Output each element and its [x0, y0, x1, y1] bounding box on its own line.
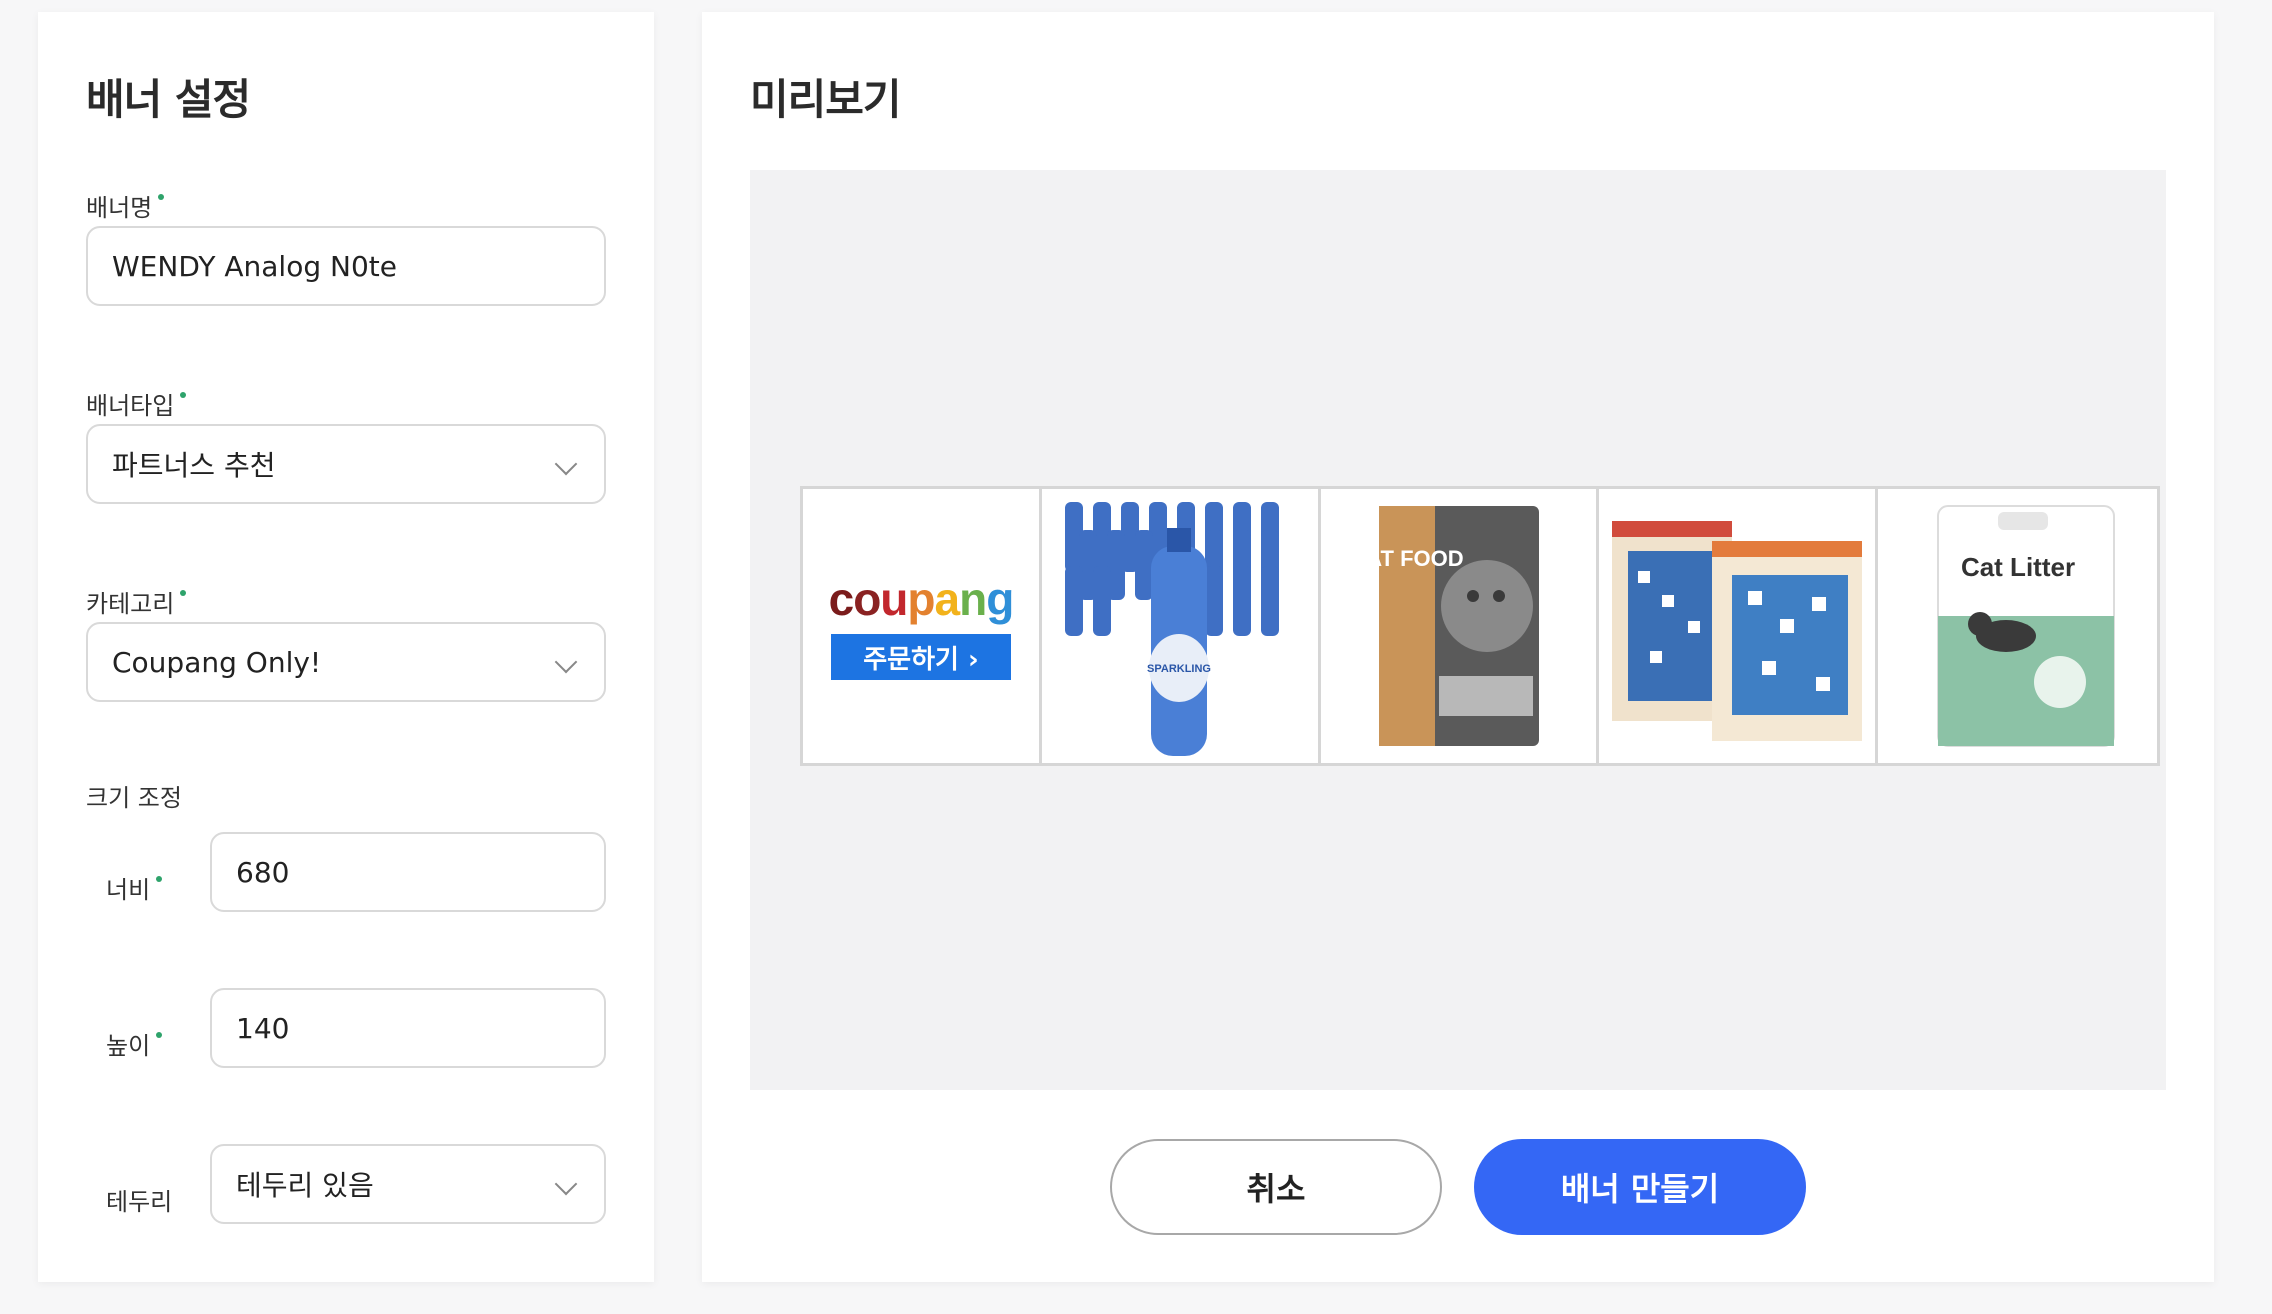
height-input[interactable]: 140	[210, 988, 606, 1068]
height-label-text: 높이	[106, 1032, 151, 1060]
banner-type-select[interactable]: 파트너스 추천	[86, 424, 606, 504]
banner-type-value: 파트너스 추천	[112, 449, 276, 482]
size-section-label: 크기 조정	[86, 784, 182, 812]
coupang-logo: coupang	[828, 573, 1015, 625]
create-banner-button[interactable]: 배너 만들기	[1474, 1139, 1806, 1235]
banner-name-label: 배너명	[86, 188, 165, 223]
category-label: 카테고리	[86, 584, 187, 619]
product-cat-scratcher[interactable]	[1599, 489, 1879, 763]
banner-name-label-text: 배너명	[86, 194, 153, 222]
product-cat-food[interactable]: CAT FOOD	[1321, 489, 1600, 763]
width-label-text: 너비	[106, 876, 151, 904]
chevron-down-icon	[554, 1172, 578, 1196]
cancel-button[interactable]: 취소	[1110, 1139, 1442, 1235]
width-input[interactable]: 680	[210, 832, 606, 912]
height-value: 140	[236, 1011, 290, 1045]
border-label: 테두리	[106, 1188, 173, 1216]
cat-food-bag-icon: CAT FOOD	[1369, 506, 1539, 746]
category-label-text: 카테고리	[86, 590, 175, 618]
banner-name-value: WENDY Analog N0te	[112, 249, 397, 283]
preview-title: 미리보기	[750, 75, 902, 124]
required-dot	[156, 1032, 163, 1038]
chevron-down-icon	[554, 650, 578, 674]
required-dot	[180, 590, 187, 596]
preview-panel: 미리보기 coupang 주문하기 › SPARKLING AT FOOD Ca…	[702, 12, 2214, 1282]
required-dot	[180, 392, 187, 398]
required-dot	[156, 876, 163, 882]
width-label: 너비	[106, 870, 163, 905]
cat-scratcher-boxes-icon	[1612, 521, 1863, 741]
coupang-banner[interactable]: coupang 주문하기 › SPARKLING AT FOOD Cat Lit…	[800, 486, 2160, 766]
sparkling-water-bottles-icon: SPARKLING	[1064, 502, 1279, 756]
cat-litter-bag-icon: Cat Litter	[1936, 505, 2115, 747]
banner-settings-panel: 배너 설정 배너명 WENDY Analog N0te 배너타입 파트너스 추천…	[38, 12, 654, 1282]
product-sparkling-water[interactable]: SPARKLING	[1042, 489, 1321, 763]
banner-name-input[interactable]: WENDY Analog N0te	[86, 226, 606, 306]
category-select[interactable]: Coupang Only!	[86, 622, 606, 702]
order-button[interactable]: 주문하기 ›	[830, 634, 1011, 680]
border-value: 테두리 있음	[236, 1169, 374, 1202]
settings-title: 배너 설정	[86, 75, 251, 124]
sparkling-label: SPARKLING	[1147, 663, 1211, 675]
banner-type-label-text: 배너타입	[86, 392, 175, 420]
banner-type-label: 배너타입	[86, 386, 187, 421]
category-value: Coupang Only!	[112, 645, 322, 679]
required-dot	[158, 194, 165, 200]
preview-stage: coupang 주문하기 › SPARKLING AT FOOD Cat Lit…	[750, 170, 2166, 1090]
product-cat-litter[interactable]: Cat Litter	[1878, 489, 2157, 763]
width-value: 680	[236, 855, 290, 889]
border-select[interactable]: 테두리 있음	[210, 1144, 606, 1224]
chevron-down-icon	[554, 452, 578, 476]
cat-litter-label: Cat Litter	[1961, 552, 2075, 582]
height-label: 높이	[106, 1026, 163, 1061]
banner-logo-cell[interactable]: coupang 주문하기 ›	[803, 489, 1042, 763]
cat-food-label: CAT FOOD	[1369, 546, 1464, 571]
